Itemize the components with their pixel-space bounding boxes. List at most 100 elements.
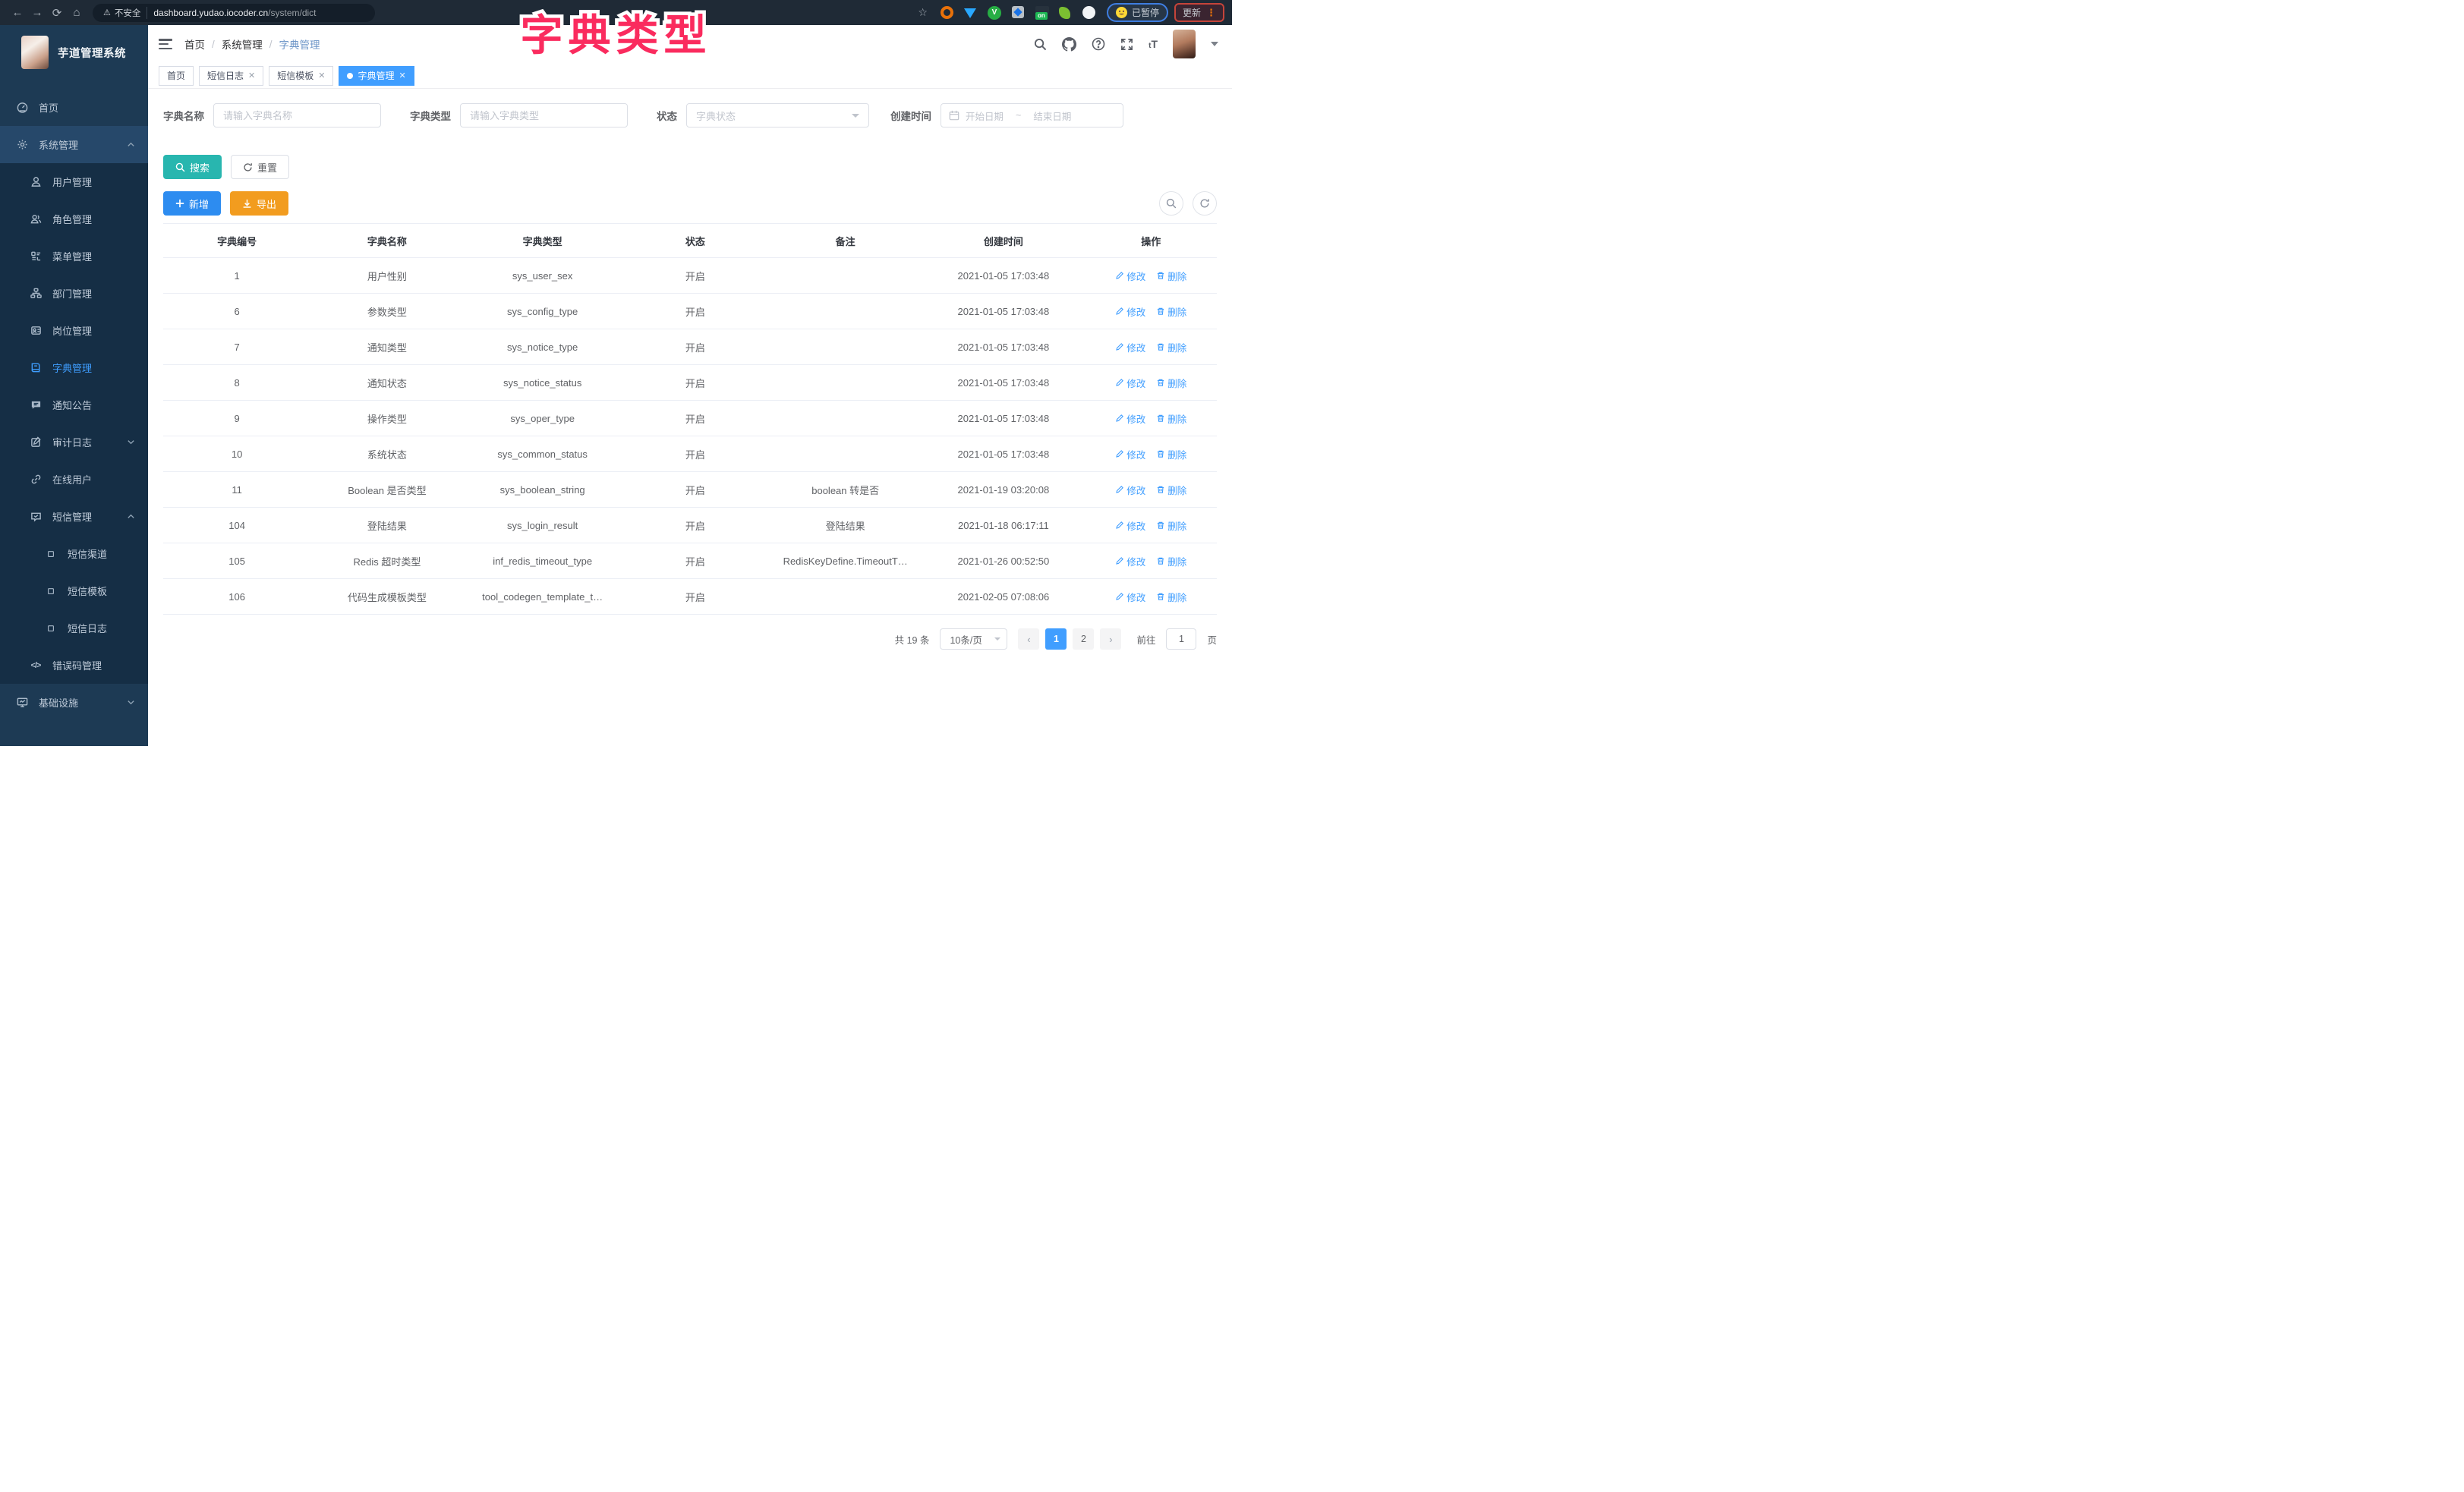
delete-link[interactable]: 删除 [1156, 518, 1186, 533]
sidebar-item-depts[interactable]: 部门管理 [0, 275, 148, 312]
fullscreen-icon[interactable] [1120, 38, 1133, 51]
cell-dict-type-link[interactable]: tool_codegen_template_t… [464, 579, 622, 615]
address-bar[interactable]: ⚠ 不安全 dashboard.yudao.iocoder.cn/system/… [93, 4, 375, 22]
search-button[interactable]: 搜索 [163, 155, 222, 179]
header-search-icon[interactable] [1034, 38, 1047, 51]
breadcrumb-home[interactable]: 首页 [184, 36, 205, 52]
tag-tab-首页[interactable]: 首页 [159, 66, 194, 86]
close-icon[interactable]: ✕ [318, 71, 325, 80]
browser-reload-icon[interactable]: ⟳ [47, 6, 67, 20]
browser-home-icon[interactable]: ⌂ [67, 6, 87, 19]
close-icon[interactable]: ✕ [248, 71, 255, 80]
tag-tab-短信模板[interactable]: 短信模板✕ [269, 66, 333, 86]
edit-link[interactable]: 修改 [1115, 554, 1145, 568]
sidebar-item-sms-log[interactable]: 短信日志 [0, 609, 148, 647]
dict-type-input[interactable] [460, 103, 628, 127]
add-button[interactable]: 新增 [163, 191, 221, 216]
user-avatar[interactable] [1173, 30, 1196, 58]
page-button-1[interactable]: 1 [1045, 628, 1067, 650]
page-button-2[interactable]: 2 [1073, 628, 1094, 650]
tag-tab-短信日志[interactable]: 短信日志✕ [199, 66, 263, 86]
extension-gem-icon[interactable] [964, 6, 977, 19]
cell-dict-type-link[interactable]: sys_config_type [464, 294, 622, 329]
sidebar-item-sms-channel[interactable]: 短信渠道 [0, 535, 148, 572]
status-select[interactable]: 字典状态 [686, 103, 869, 127]
browser-menu-dots-icon[interactable]: ⋮ [1206, 7, 1216, 19]
extension-leaf-icon[interactable] [1059, 6, 1072, 19]
extension-paused-pill[interactable]: 已暂停 [1107, 3, 1168, 22]
avatar-caret-icon[interactable] [1211, 42, 1218, 46]
extension-puzzle-icon[interactable] [1012, 6, 1025, 19]
goto-page-input[interactable] [1166, 628, 1196, 650]
sidebar-item-roles[interactable]: 角色管理 [0, 200, 148, 238]
extension-on-icon[interactable]: on [1035, 6, 1048, 19]
table-refresh-button[interactable] [1193, 191, 1217, 216]
cell-dict-type-link[interactable]: inf_redis_timeout_type [464, 543, 622, 579]
sidebar-item-error-code[interactable]: </>错误码管理 [0, 647, 148, 684]
delete-link[interactable]: 删除 [1156, 483, 1186, 497]
sidebar-item-menus[interactable]: 菜单管理 [0, 238, 148, 275]
cell-dict-type-link[interactable]: sys_boolean_string [464, 472, 622, 508]
cell-dict-type-link[interactable]: sys_common_status [464, 436, 622, 472]
browser-forward-icon[interactable]: → [27, 6, 47, 19]
cell-dict-type-link[interactable]: sys_login_result [464, 508, 622, 543]
edit-link[interactable]: 修改 [1115, 304, 1145, 319]
delete-link[interactable]: 删除 [1156, 340, 1186, 354]
sidebar-item-system[interactable]: 系统管理 [0, 126, 148, 163]
cell-dict-type-link[interactable]: sys_oper_type [464, 401, 622, 436]
edit-link[interactable]: 修改 [1115, 590, 1145, 604]
edit-link[interactable]: 修改 [1115, 447, 1145, 461]
page-size-select[interactable]: 10条/页 [940, 628, 1007, 650]
github-icon[interactable] [1062, 37, 1076, 52]
sidebar-item-infra[interactable]: 基础设施 [0, 684, 148, 721]
delete-link[interactable]: 删除 [1156, 590, 1186, 604]
tag-tab-字典管理[interactable]: 字典管理✕ [339, 66, 414, 86]
dict-name-input[interactable] [213, 103, 381, 127]
delete-link[interactable]: 删除 [1156, 376, 1186, 390]
next-page-button[interactable]: › [1100, 628, 1121, 650]
sidebar-item-posts[interactable]: 岗位管理 [0, 312, 148, 349]
sidebar-item-audit-log[interactable]: 审计日志 [0, 423, 148, 461]
sidebar-item-sms[interactable]: 短信管理 [0, 498, 148, 535]
date-range-picker[interactable]: 开始日期 ~ 结束日期 [941, 103, 1123, 127]
cell-dict-name: 代码生成模板类型 [310, 579, 463, 615]
edit-link[interactable]: 修改 [1115, 269, 1145, 283]
hamburger-icon[interactable] [159, 39, 172, 49]
table-search-button[interactable] [1159, 191, 1183, 216]
sidebar-item-online-users[interactable]: 在线用户 [0, 461, 148, 498]
bookmark-star-icon[interactable]: ☆ [918, 6, 928, 19]
delete-link[interactable]: 删除 [1156, 304, 1186, 319]
security-label[interactable]: 不安全 [115, 7, 148, 19]
close-icon[interactable]: ✕ [399, 71, 406, 80]
delete-link[interactable]: 删除 [1156, 411, 1186, 426]
download-icon [242, 199, 252, 209]
edit-link[interactable]: 修改 [1115, 340, 1145, 354]
help-icon[interactable] [1092, 37, 1105, 51]
edit-link[interactable]: 修改 [1115, 483, 1145, 497]
browser-back-icon[interactable]: ← [8, 6, 27, 19]
font-size-icon[interactable]: tT [1149, 38, 1158, 50]
sidebar-item-home[interactable]: 首页 [0, 89, 148, 126]
reset-button[interactable]: 重置 [231, 155, 289, 179]
cell-dict-type-link[interactable]: sys_notice_status [464, 365, 622, 401]
sidebar-item-notice[interactable]: 通知公告 [0, 386, 148, 423]
cell-dict-type-link[interactable]: sys_user_sex [464, 258, 622, 294]
breadcrumb-system[interactable]: 系统管理 [222, 36, 263, 52]
cell-dict-type-link[interactable]: sys_notice_type [464, 329, 622, 365]
delete-link[interactable]: 删除 [1156, 447, 1186, 461]
edit-link[interactable]: 修改 [1115, 376, 1145, 390]
prev-page-button[interactable]: ‹ [1018, 628, 1039, 650]
extension-green-icon[interactable]: V [988, 6, 1001, 20]
app-logo[interactable]: 芋道管理系统 [0, 25, 148, 69]
delete-link[interactable]: 删除 [1156, 269, 1186, 283]
sidebar-item-sms-template[interactable]: 短信模板 [0, 572, 148, 609]
extension-paw-icon[interactable] [1082, 6, 1095, 19]
delete-link[interactable]: 删除 [1156, 554, 1186, 568]
browser-update-button[interactable]: 更新 ⋮ [1174, 3, 1224, 22]
export-button[interactable]: 导出 [230, 191, 288, 216]
edit-link[interactable]: 修改 [1115, 411, 1145, 426]
edit-link[interactable]: 修改 [1115, 518, 1145, 533]
extension-orange-icon[interactable] [941, 6, 953, 19]
sidebar-item-users[interactable]: 用户管理 [0, 163, 148, 200]
sidebar-item-dict[interactable]: 字典管理 [0, 349, 148, 386]
